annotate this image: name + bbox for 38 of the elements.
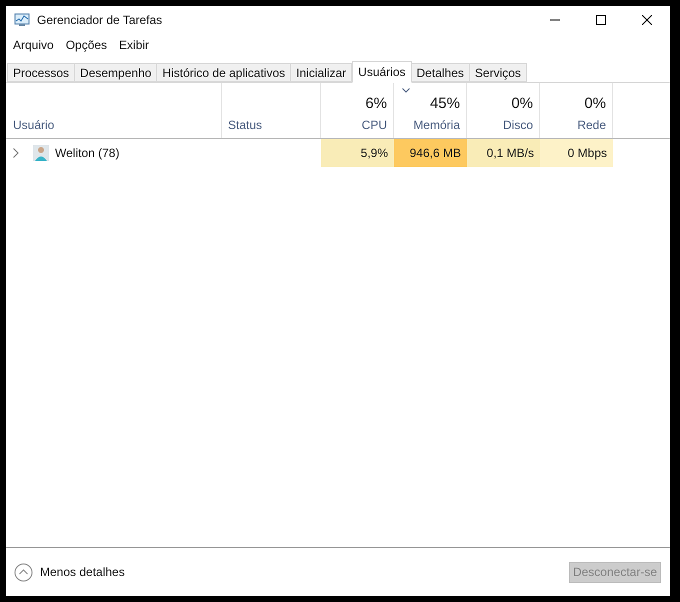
menu-item[interactable]: Opções bbox=[60, 36, 114, 54]
maximize-icon bbox=[596, 15, 606, 25]
tab[interactable]: Detalhes bbox=[410, 63, 470, 82]
tab[interactable]: Inicializar bbox=[290, 63, 352, 82]
header-cell[interactable]: 0% Disco bbox=[467, 83, 540, 138]
table-cell: 5,9% bbox=[321, 139, 394, 167]
table-cell: 0,1 MB/s bbox=[467, 139, 540, 167]
tab[interactable]: Desempenho bbox=[74, 63, 158, 82]
user-avatar-icon bbox=[33, 145, 49, 161]
column-header[interactable]: CPU bbox=[362, 116, 387, 134]
usage-percent: 6% bbox=[365, 94, 387, 114]
column-header[interactable]: Rede bbox=[577, 116, 606, 134]
column-header[interactable]: Status bbox=[228, 116, 262, 134]
expand-chevron-icon[interactable] bbox=[13, 148, 19, 158]
column-header[interactable]: Memória bbox=[413, 116, 460, 134]
tab[interactable]: Usuários bbox=[352, 61, 412, 83]
app-icon bbox=[14, 13, 30, 27]
fewer-details-button[interactable]: Menos detalhes bbox=[14, 562, 125, 582]
window-title: Gerenciador de Tarefas bbox=[37, 12, 162, 29]
tab[interactable]: Serviços bbox=[468, 63, 527, 82]
sort-caret-icon bbox=[402, 88, 410, 93]
collapse-icon bbox=[14, 562, 33, 582]
column-header[interactable]: Usuário bbox=[13, 116, 54, 134]
tab[interactable]: Processos bbox=[7, 63, 76, 82]
usage-percent: 45% bbox=[430, 94, 460, 114]
close-icon bbox=[642, 15, 652, 25]
usage-percent: 0% bbox=[584, 94, 606, 114]
header-cell[interactable]: 6% CPU bbox=[321, 83, 394, 138]
header-cell[interactable]: 45% Memória bbox=[394, 83, 467, 138]
menu-item[interactable]: Exibir bbox=[113, 36, 156, 54]
header-cell[interactable]: 0% Rede bbox=[540, 83, 613, 138]
usage-percent: 0% bbox=[511, 94, 533, 114]
table-cell: 0 Mbps bbox=[540, 139, 613, 167]
user-name[interactable]: Weliton (78) bbox=[55, 144, 120, 162]
menu-item[interactable]: Arquivo bbox=[7, 36, 60, 54]
tab[interactable]: Histórico de aplicativos bbox=[156, 63, 292, 82]
table-cell: 946,6 MB bbox=[394, 139, 467, 167]
column-header[interactable]: Disco bbox=[502, 116, 533, 134]
